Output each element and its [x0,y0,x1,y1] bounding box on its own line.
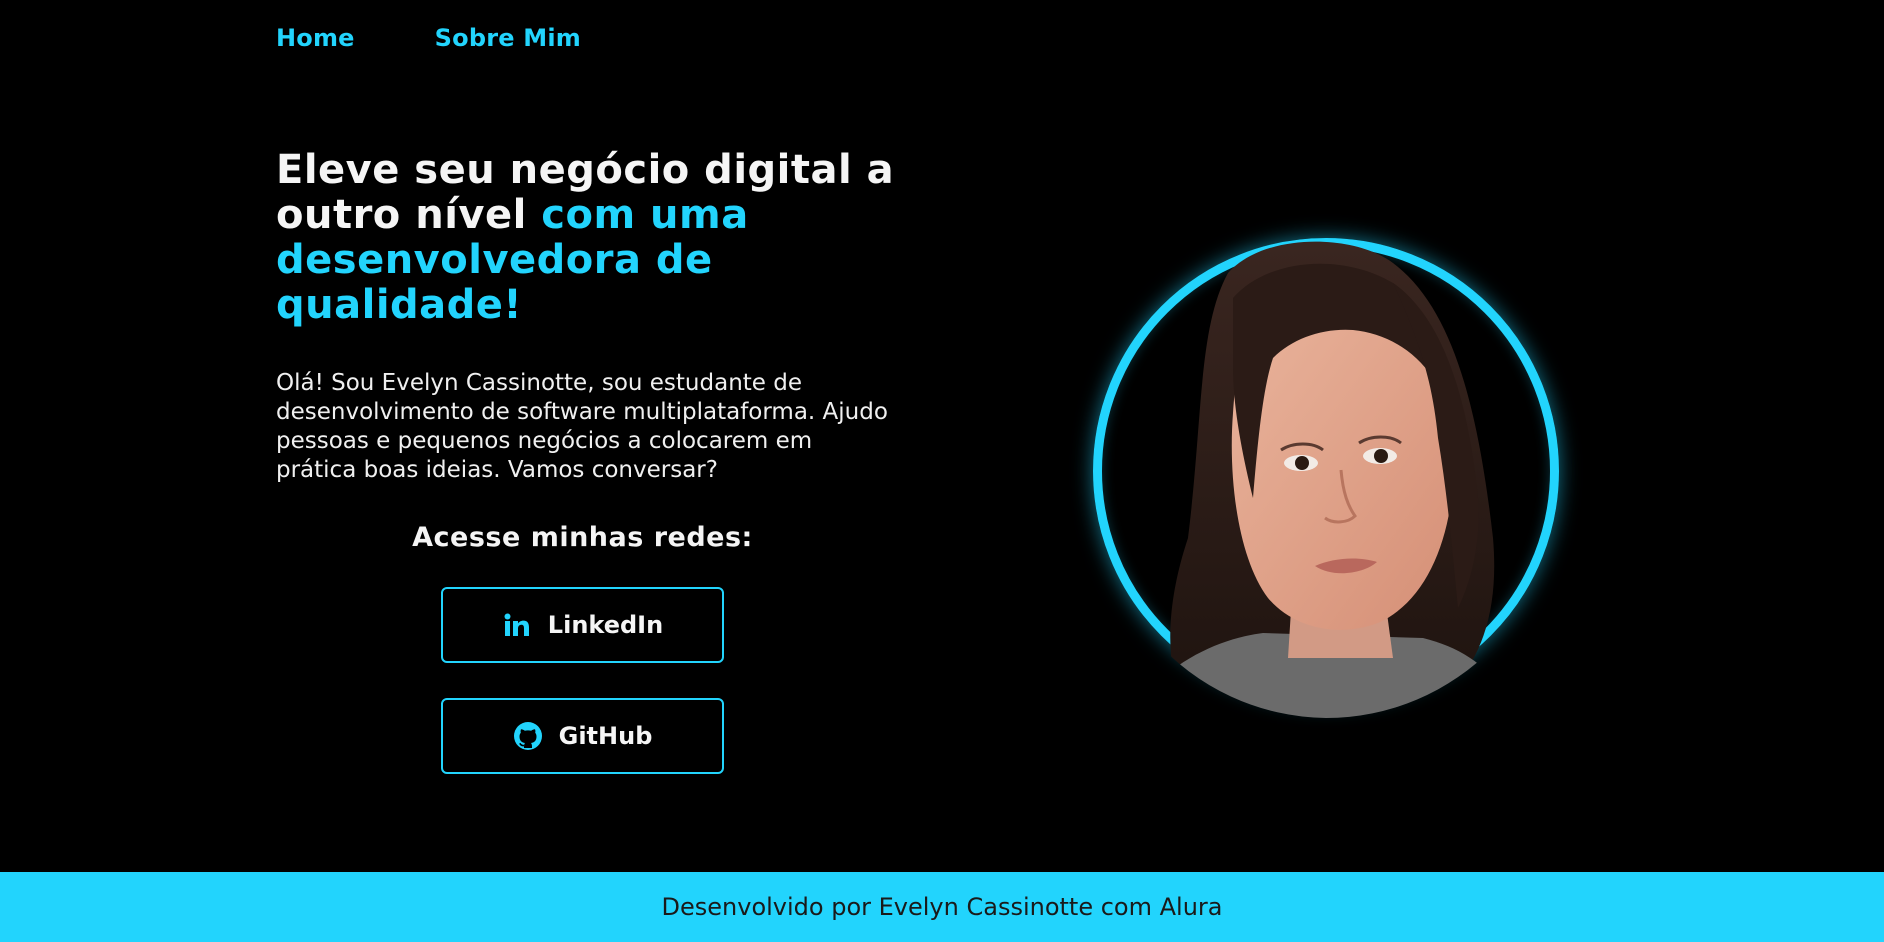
hero-headline: Eleve seu negócio digital a outro nível … [276,148,896,328]
linkedin-button[interactable]: LinkedIn [441,587,724,663]
page-footer: Desenvolvido por Evelyn Cassinotte com A… [0,872,1884,942]
nav-home-link[interactable]: Home [276,24,355,52]
profile-photo-image [1133,241,1513,719]
hero-intro: Olá! Sou Evelyn Cassinotte, sou estudant… [276,370,888,483]
nav-about-link[interactable]: Sobre Mim [435,24,581,52]
socials-title: Acesse minhas redes: [412,522,753,553]
page: Home Sobre Mim Eleve seu negócio digital… [0,0,1884,942]
github-icon [513,721,543,751]
top-nav: Home Sobre Mim [276,24,581,52]
profile-photo [1093,238,1559,719]
linkedin-icon [502,610,532,640]
github-label: GitHub [558,722,653,750]
github-button[interactable]: GitHub [441,698,724,774]
linkedin-label: LinkedIn [547,611,664,639]
footer-text: Desenvolvido por Evelyn Cassinotte com A… [661,893,1223,921]
